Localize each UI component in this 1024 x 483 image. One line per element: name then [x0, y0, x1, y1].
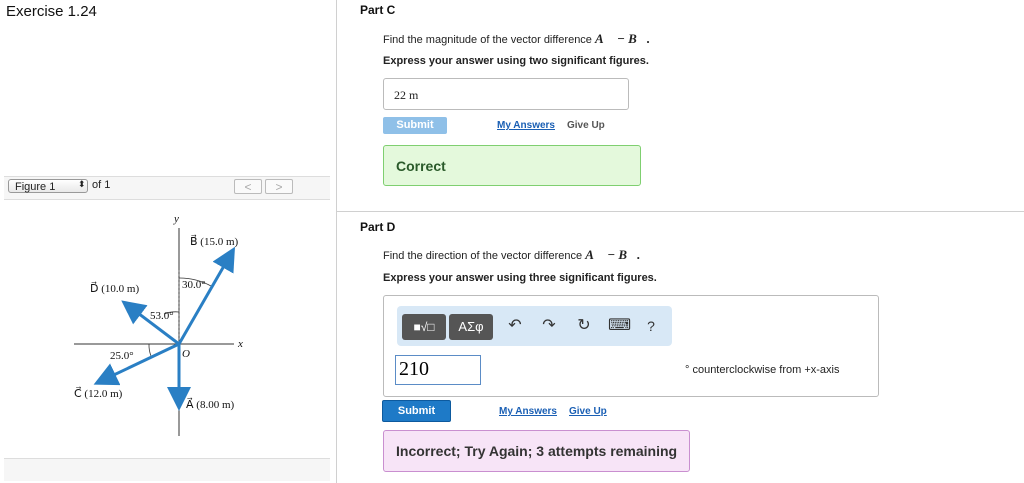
- templates-button[interactable]: ■√□: [402, 314, 446, 340]
- vector-c-label: C⃗ (12.0 m): [74, 386, 123, 400]
- vector-d-label: D⃗ (10.0 m): [90, 281, 139, 295]
- part-c-submit-button[interactable]: Submit: [383, 117, 447, 134]
- part-d-unit-label: ° counterclockwise from +x-axis: [685, 364, 840, 376]
- y-axis-label: y: [173, 213, 179, 225]
- part-d-submit-button[interactable]: Submit: [382, 400, 451, 422]
- angle-53-label: 53.0°: [150, 310, 174, 322]
- section-divider: [337, 211, 1024, 212]
- vector-figure: y x O B⃗ (15.0 m) D⃗ (10.0 m) C⃗ (12.0 m…: [74, 213, 243, 436]
- greek-symbols-button[interactable]: ΑΣφ: [449, 314, 493, 340]
- part-c-question: Find the magnitude of the vector differe…: [383, 31, 650, 47]
- part-d-question-expr: A⃗ − B⃗.: [585, 247, 641, 262]
- keyboard-icon[interactable]: ⌨: [608, 316, 631, 336]
- next-figure-button[interactable]: >: [265, 179, 293, 194]
- figure-select[interactable]: Figure 1: [8, 179, 88, 193]
- part-d-question-text: Find the direction of the vector differe…: [383, 250, 586, 262]
- angle-30-label: 30.0°: [182, 279, 206, 291]
- part-d-question: Find the direction of the vector differe…: [383, 247, 640, 263]
- vector-b-arrow: [177, 246, 235, 345]
- part-d-instruction: Express your answer using three signific…: [383, 272, 657, 284]
- part-c-instruction: Express your answer using two significan…: [383, 55, 649, 67]
- vector-a-label: A⃗ (8.00 m): [186, 397, 234, 411]
- exercise-title: Exercise 1.24: [6, 3, 97, 20]
- part-d-give-up-link[interactable]: Give Up: [569, 406, 607, 417]
- part-c-question-text: Find the magnitude of the vector differe…: [383, 34, 595, 46]
- part-d-my-answers-link[interactable]: My Answers: [499, 406, 557, 417]
- part-c-answer-field[interactable]: 22 m: [383, 78, 629, 110]
- arc-25: [148, 343, 152, 357]
- figure-count: of 1: [92, 179, 111, 191]
- part-d-answer-input[interactable]: 210: [395, 355, 481, 385]
- origin-label: O: [182, 348, 190, 360]
- help-icon[interactable]: ?: [641, 316, 661, 336]
- part-d-incorrect-feedback: Incorrect; Try Again; 3 attempts remaini…: [383, 430, 690, 472]
- select-arrows-icon: ⬍: [78, 179, 86, 189]
- part-c-correct-feedback: Correct: [383, 145, 641, 186]
- x-axis-label: x: [237, 338, 243, 350]
- part-c-question-expr: A⃗ − B⃗.: [594, 31, 651, 46]
- part-c-give-up-link[interactable]: Give Up: [567, 120, 605, 131]
- part-d-title: Part D: [360, 220, 396, 234]
- undo-icon[interactable]: ↶: [505, 316, 525, 336]
- redo-icon[interactable]: ↷: [539, 316, 559, 336]
- figure-footer: [4, 458, 330, 481]
- reset-icon[interactable]: ↻: [574, 316, 594, 336]
- vector-b-label: B⃗ (15.0 m): [190, 234, 239, 248]
- part-c-title: Part C: [360, 3, 396, 17]
- angle-25-label: 25.0°: [110, 350, 134, 362]
- part-c-my-answers-link[interactable]: My Answers: [497, 120, 555, 131]
- prev-figure-button[interactable]: <: [234, 179, 262, 194]
